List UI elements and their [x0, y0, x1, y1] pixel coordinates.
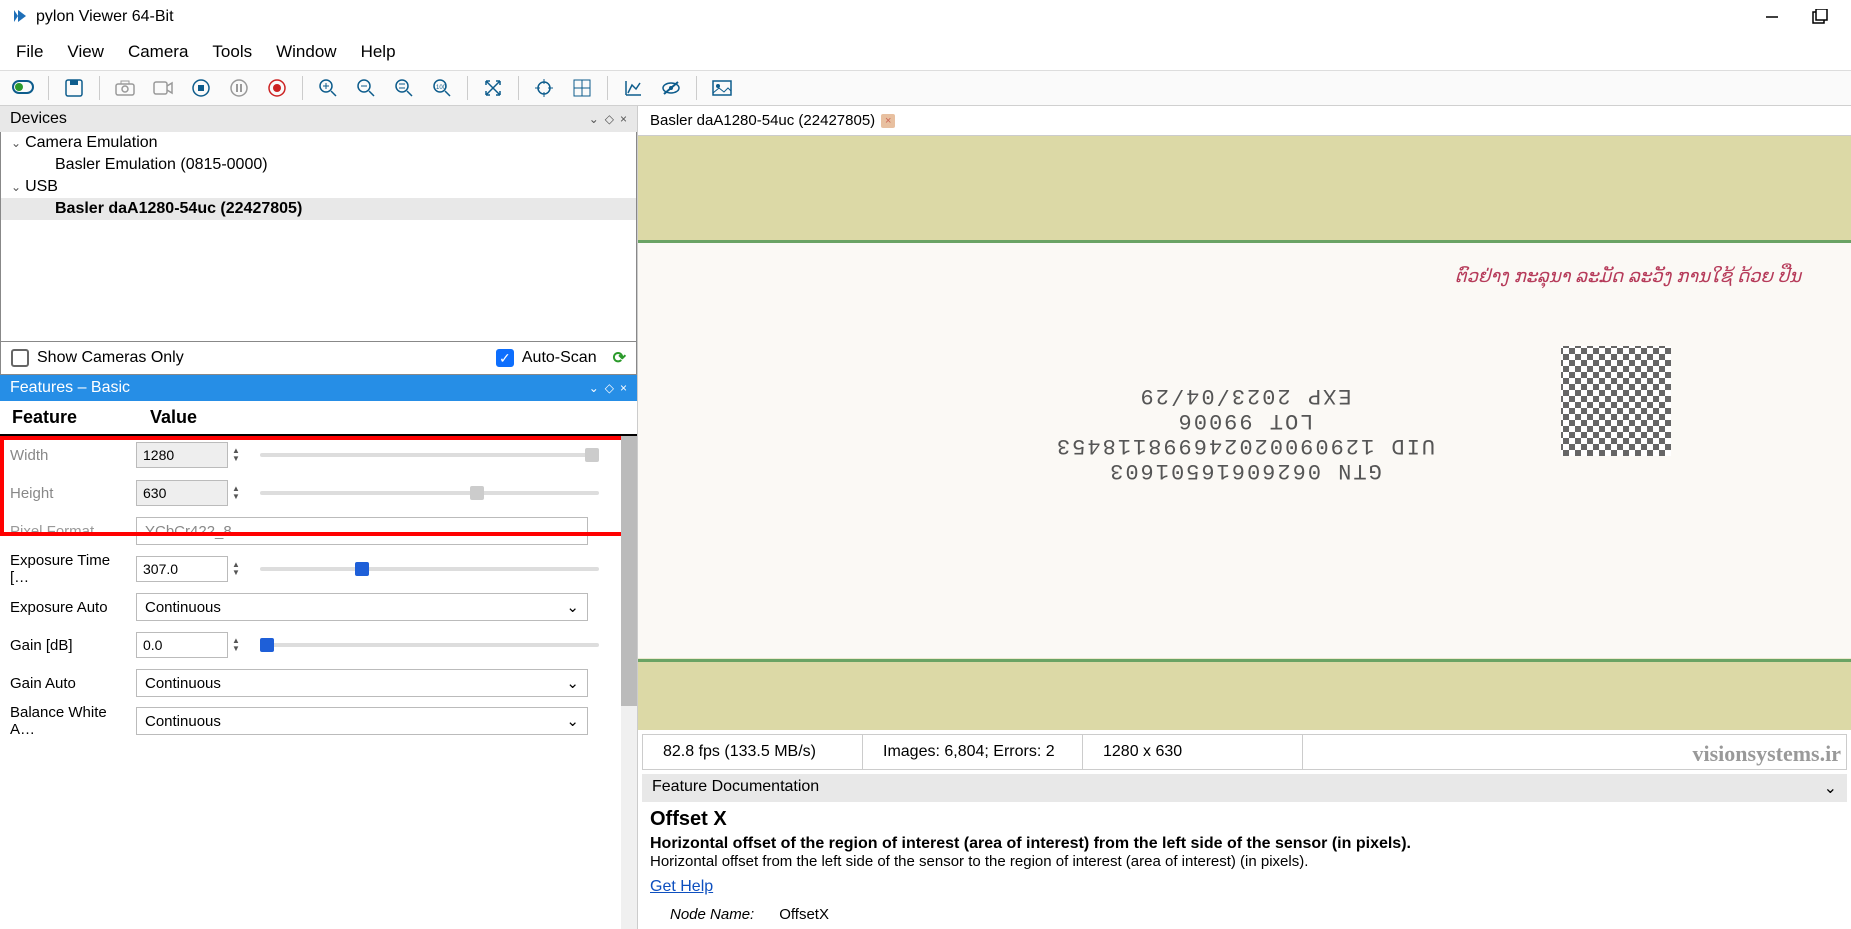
- tree-item-selected[interactable]: Basler daA1280-54uc (22427805): [55, 200, 302, 218]
- width-label: Width: [10, 447, 130, 464]
- chevron-down-icon: ⌄: [566, 674, 579, 692]
- gain-label: Gain [dB]: [10, 637, 130, 654]
- status-fps: 82.8 fps (133.5 MB/s): [643, 735, 863, 769]
- eye-off-icon[interactable]: [652, 73, 690, 103]
- chevron-down-icon[interactable]: ⌄: [11, 136, 21, 150]
- image-overlay-text: ຕົວຢ່າງ ກະລຸນາ ລະມັດ ລະວັງ ການໃຊ້ ດ້ວຍ ປ…: [1455, 266, 1801, 287]
- status-images: Images: 6,804; Errors: 2: [863, 735, 1083, 769]
- close-icon[interactable]: ×: [620, 112, 627, 126]
- height-input[interactable]: [136, 480, 228, 506]
- gainauto-label: Gain Auto: [10, 675, 130, 692]
- zoom-out-icon[interactable]: [347, 73, 385, 103]
- histogram-icon[interactable]: [614, 73, 652, 103]
- power-icon[interactable]: [4, 73, 42, 103]
- column-feature: Feature: [12, 407, 150, 428]
- height-spinner[interactable]: ▲▼: [232, 485, 246, 501]
- watermark-text: visionsystems.ir: [1693, 741, 1842, 767]
- auto-scan-label: Auto-Scan: [522, 349, 597, 367]
- column-value: Value: [150, 407, 197, 428]
- tree-group[interactable]: USB: [25, 178, 58, 196]
- save-icon[interactable]: [55, 73, 93, 103]
- width-input[interactable]: [136, 442, 228, 468]
- pixfmt-select[interactable]: YCbCr422_8⌄: [136, 517, 588, 545]
- expauto-select[interactable]: Continuous⌄: [136, 593, 588, 621]
- node-name-label: Node Name:: [670, 906, 754, 923]
- show-cameras-label: Show Cameras Only: [37, 349, 184, 367]
- balance-select[interactable]: Continuous⌄: [136, 707, 588, 735]
- devices-tree[interactable]: ⌄ Camera Emulation Basler Emulation (0815…: [0, 132, 637, 342]
- chevron-down-icon[interactable]: ⌄: [1824, 778, 1837, 798]
- balance-label: Balance White A…: [10, 704, 130, 738]
- target-icon[interactable]: [525, 73, 563, 103]
- menu-camera[interactable]: Camera: [118, 38, 198, 66]
- image-icon[interactable]: [703, 73, 741, 103]
- show-cameras-checkbox[interactable]: [11, 349, 29, 367]
- width-slider[interactable]: [260, 448, 599, 462]
- exptime-input[interactable]: [136, 556, 228, 582]
- height-label: Height: [10, 485, 130, 502]
- video-icon[interactable]: [144, 73, 182, 103]
- zoom-in-icon[interactable]: [309, 73, 347, 103]
- auto-scan-checkbox[interactable]: ✓: [496, 349, 514, 367]
- pause-icon[interactable]: [220, 73, 258, 103]
- record-icon[interactable]: [258, 73, 296, 103]
- exptime-slider[interactable]: [260, 562, 599, 576]
- chevron-down-icon: ⌄: [566, 598, 579, 616]
- exptime-label: Exposure Time […: [10, 552, 130, 586]
- gainauto-select[interactable]: Continuous⌄: [136, 669, 588, 697]
- menu-window[interactable]: Window: [266, 38, 346, 66]
- svg-text:100: 100: [436, 85, 447, 91]
- grid-icon[interactable]: [563, 73, 601, 103]
- get-help-link[interactable]: Get Help: [650, 878, 713, 896]
- zoom-100-icon[interactable]: 100: [423, 73, 461, 103]
- zoom-fit-icon[interactable]: [385, 73, 423, 103]
- features-scrollbar[interactable]: [621, 436, 637, 929]
- refresh-icon[interactable]: ⟳: [613, 348, 626, 368]
- status-bar: 82.8 fps (133.5 MB/s) Images: 6,804; Err…: [642, 734, 1847, 770]
- chevron-down-icon[interactable]: ⌄: [589, 112, 599, 126]
- maximize-button[interactable]: [1807, 4, 1833, 30]
- camera-image-view[interactable]: ຕົວຢ່າງ ກະລຸນາ ລະມັດ ລະວັງ ການໃຊ້ ດ້ວຍ ປ…: [638, 136, 1851, 730]
- gain-spinner[interactable]: ▲▼: [232, 637, 246, 653]
- status-resolution: 1280 x 630: [1083, 735, 1303, 769]
- menu-help[interactable]: Help: [351, 38, 406, 66]
- close-icon[interactable]: ×: [620, 381, 627, 395]
- pin-icon[interactable]: ◇: [605, 381, 614, 395]
- close-tab-icon[interactable]: ×: [881, 114, 895, 128]
- chevron-down-icon[interactable]: ⌄: [11, 180, 21, 194]
- image-tab[interactable]: Basler daA1280-54uc (22427805): [650, 112, 875, 129]
- menu-tools[interactable]: Tools: [202, 38, 262, 66]
- doc-description: Horizontal offset from the left side of …: [650, 853, 1839, 870]
- gain-input[interactable]: [136, 632, 228, 658]
- width-spinner[interactable]: ▲▼: [232, 447, 246, 463]
- tree-item[interactable]: Basler Emulation (0815-0000): [55, 156, 268, 174]
- node-name-value: OffsetX: [779, 906, 829, 923]
- doc-panel-header: Feature Documentation ⌄: [642, 774, 1847, 802]
- minimize-button[interactable]: [1759, 4, 1785, 30]
- expauto-label: Exposure Auto: [10, 599, 130, 616]
- chevron-down-icon: ⌄: [566, 522, 579, 540]
- snapshot-icon[interactable]: [106, 73, 144, 103]
- expand-icon[interactable]: [474, 73, 512, 103]
- qr-code-icon: [1561, 346, 1671, 456]
- chevron-down-icon[interactable]: ⌄: [589, 381, 599, 395]
- menu-file[interactable]: File: [6, 38, 53, 66]
- devices-panel-header: Devices ⌄◇×: [0, 106, 637, 132]
- product-label-text: GTN 06260616501603 UID 12909002024699811…: [1054, 383, 1434, 483]
- menu-view[interactable]: View: [57, 38, 114, 66]
- app-icon: [12, 8, 28, 27]
- pixfmt-label: Pixel Format: [10, 523, 130, 540]
- height-slider[interactable]: [260, 486, 599, 500]
- exptime-spinner[interactable]: ▲▼: [232, 561, 246, 577]
- gain-slider[interactable]: [260, 638, 599, 652]
- tree-group[interactable]: Camera Emulation: [25, 134, 158, 152]
- stop-icon[interactable]: [182, 73, 220, 103]
- window-title: pylon Viewer 64-Bit: [36, 8, 1759, 26]
- features-panel-header: Features – Basic ⌄◇×: [0, 375, 637, 401]
- doc-title: Offset X: [650, 808, 1839, 831]
- doc-subtitle: Horizontal offset of the region of inter…: [650, 835, 1839, 853]
- pin-icon[interactable]: ◇: [605, 112, 614, 126]
- chevron-down-icon: ⌄: [566, 712, 579, 730]
